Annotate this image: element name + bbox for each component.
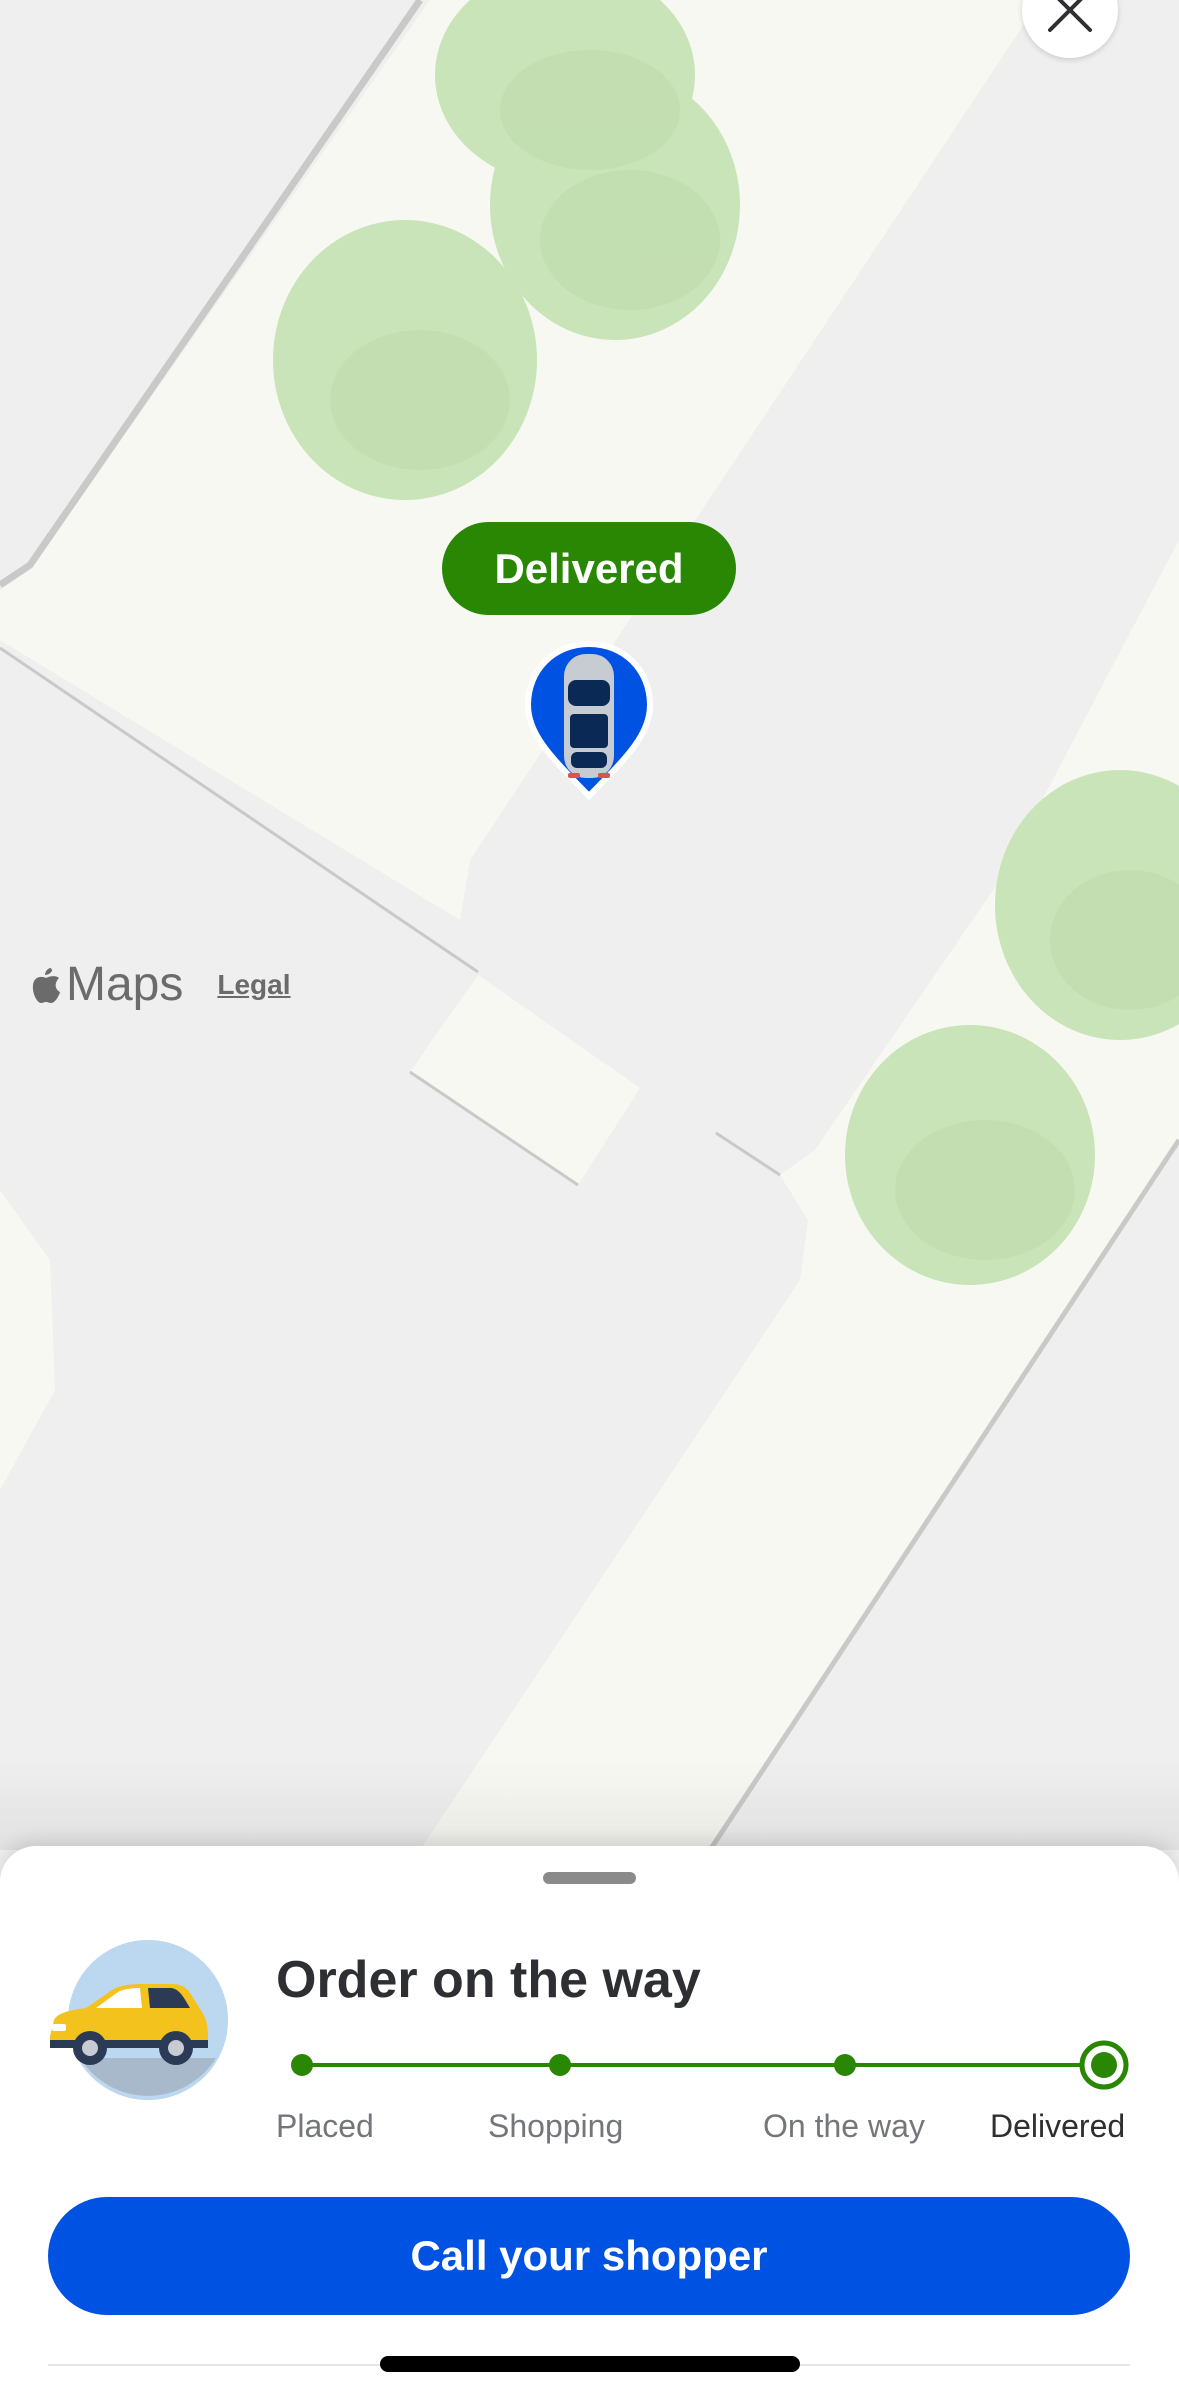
car-location-pin[interactable] <box>524 640 654 800</box>
apple-logo-icon <box>32 967 60 1003</box>
step-dot-placed <box>291 2054 313 2076</box>
order-status-title: Order on the way <box>276 1951 701 2009</box>
step-label-delivered: Delivered <box>990 2108 1126 2144</box>
close-icon <box>1048 0 1092 32</box>
maps-attribution: Maps Legal <box>30 957 291 1012</box>
home-indicator[interactable] <box>380 2356 800 2372</box>
map-view[interactable] <box>0 0 1179 1850</box>
step-label-on-the-way: On the way <box>763 2108 925 2144</box>
maps-logo: Maps <box>30 957 183 1012</box>
delivered-badge: Delivered <box>442 522 736 615</box>
step-dot-delivered-inner <box>1091 2052 1117 2078</box>
sheet-grabber[interactable] <box>543 1872 636 1884</box>
order-progress-tracker <box>291 2040 1129 2090</box>
step-label-placed: Placed <box>276 2108 374 2144</box>
car-icon <box>564 654 614 778</box>
shopper-car-avatar <box>50 1940 228 2100</box>
step-dot-on-the-way <box>834 2054 856 2076</box>
legal-link[interactable]: Legal <box>217 969 290 1001</box>
call-shopper-button[interactable]: Call your shopper <box>48 2197 1130 2315</box>
maps-brand-text: Maps <box>66 958 184 1011</box>
step-dot-shopping <box>549 2054 571 2076</box>
step-label-shopping: Shopping <box>488 2108 624 2144</box>
